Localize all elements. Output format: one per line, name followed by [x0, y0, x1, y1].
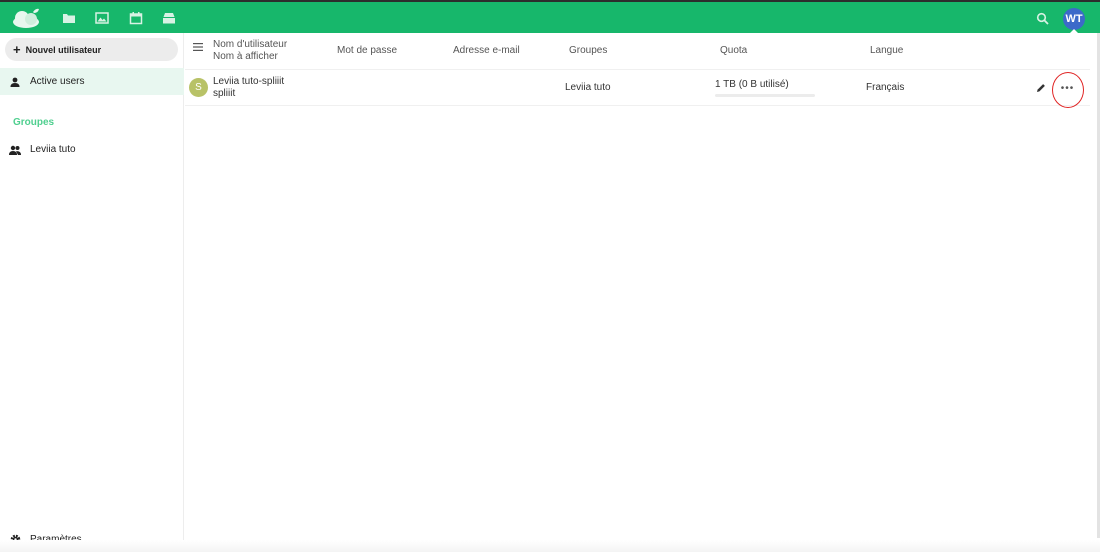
header-display-name: Nom à afficher — [213, 51, 278, 62]
quota-progress-bar — [715, 94, 815, 97]
more-actions-button[interactable]: ••• — [1055, 76, 1080, 101]
cloud-logo-icon[interactable] — [11, 7, 41, 29]
new-user-label: Nouvel utilisateur — [25, 44, 102, 55]
header-quota: Quota — [720, 45, 748, 56]
groups-caption: Groupes — [13, 117, 55, 128]
folder-icon[interactable] — [62, 11, 76, 25]
plus-icon: + — [13, 42, 21, 57]
more-icon: ••• — [1060, 83, 1075, 94]
active-users-label: Active users — [30, 76, 85, 87]
top-bar: WT — [0, 0, 1100, 34]
table-row[interactable]: S Leviia tuto-spliiit spliiit Leviia tut… — [185, 70, 1090, 106]
user-table: Nom d'utilisateur Nom à afficher Mot de … — [185, 33, 1100, 552]
image-icon[interactable] — [95, 11, 109, 25]
header-groups: Groupes — [569, 45, 608, 56]
row-name-cell: Leviia tuto-spliiit spliiit — [213, 76, 284, 100]
header-username: Nom d'utilisateur — [213, 39, 288, 50]
group-label: Leviia tuto — [30, 144, 76, 155]
group-icon — [0, 145, 30, 155]
header-username-col: Nom d'utilisateur Nom à afficher — [213, 39, 287, 63]
sidebar-item-group[interactable]: Leviia tuto — [0, 136, 184, 163]
search-icon[interactable] — [1036, 12, 1050, 26]
pencil-icon[interactable] — [1035, 82, 1047, 94]
row-language: Français — [866, 82, 905, 93]
header-language: Langue — [870, 45, 904, 56]
row-display-name: spliiit — [213, 88, 236, 99]
new-user-button[interactable]: + Nouvel utilisateur — [5, 38, 178, 61]
user-avatar[interactable]: WT — [1063, 8, 1085, 30]
archive-icon[interactable] — [162, 11, 176, 25]
header-email: Adresse e-mail — [453, 45, 520, 56]
bottom-edge — [0, 540, 1100, 552]
header-password: Mot de passe — [337, 45, 398, 56]
user-icon — [0, 77, 30, 87]
row-groups: Leviia tuto — [565, 82, 611, 93]
row-quota: 1 TB (0 B utilisé) — [715, 79, 789, 90]
hamburger-icon[interactable] — [193, 42, 203, 52]
row-username: Leviia tuto-spliiit — [213, 76, 285, 87]
sidebar-item-active-users[interactable]: Active users — [0, 68, 184, 95]
calendar-icon[interactable] — [129, 11, 143, 25]
sidebar: + Nouvel utilisateur Active users Groupe… — [0, 33, 184, 552]
row-avatar: S — [189, 78, 208, 97]
table-header: Nom d'utilisateur Nom à afficher Mot de … — [185, 33, 1090, 70]
